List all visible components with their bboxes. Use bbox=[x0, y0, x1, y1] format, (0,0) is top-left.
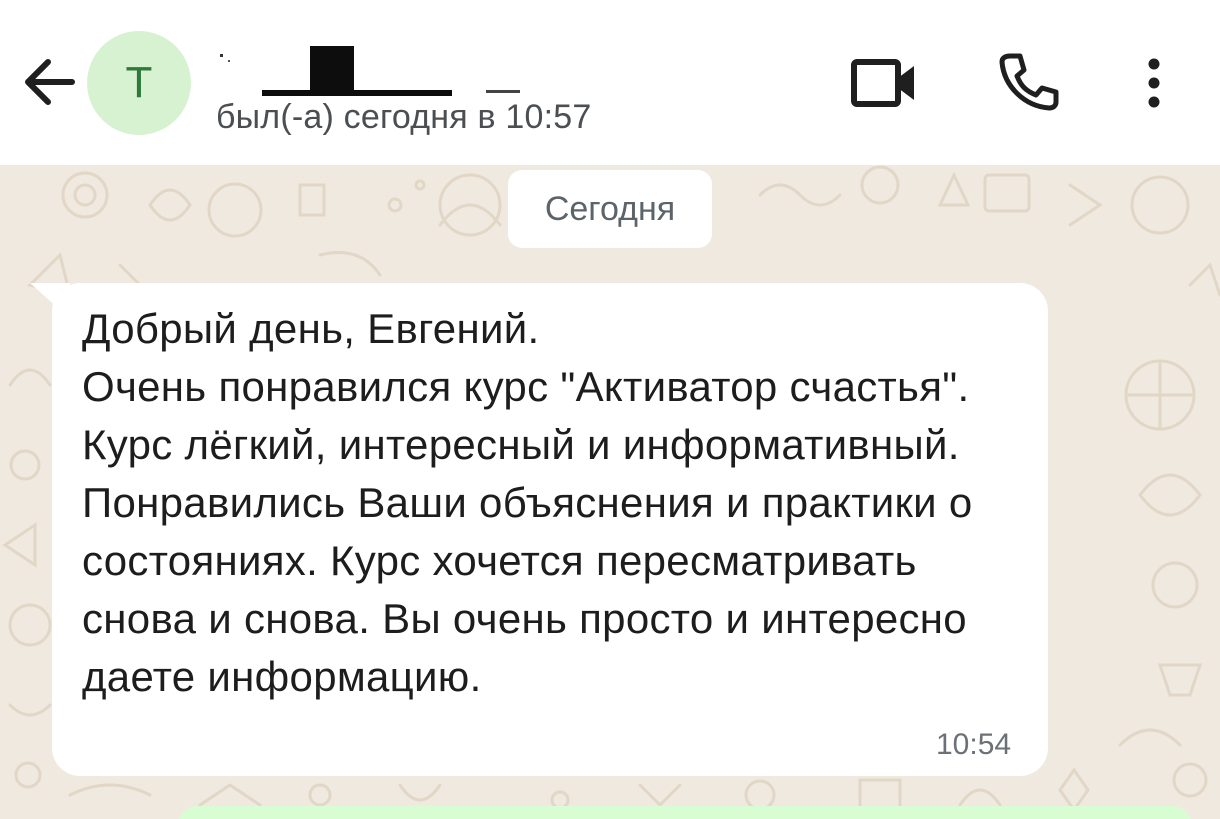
message-timestamp: 10:54 bbox=[936, 728, 1012, 761]
video-call-icon[interactable] bbox=[848, 52, 920, 114]
message-text: Добрый день, Евгений. Очень понравился к… bbox=[82, 305, 973, 700]
date-separator: Сегодня bbox=[508, 170, 712, 248]
chat-header: Т был(-а) сегодня в 10:57 bbox=[0, 0, 1220, 165]
avatar-letter: Т bbox=[125, 58, 153, 107]
date-separator-label: Сегодня bbox=[544, 189, 676, 228]
contact-name-redacted[interactable] bbox=[216, 40, 536, 96]
more-vert-icon[interactable] bbox=[1138, 52, 1170, 114]
phone-icon[interactable] bbox=[996, 50, 1060, 114]
avatar[interactable]: Т bbox=[87, 31, 191, 135]
outgoing-message-bubble[interactable] bbox=[178, 806, 1192, 819]
back-arrow-icon[interactable] bbox=[22, 52, 78, 112]
contact-last-seen: был(-а) сегодня в 10:57 bbox=[216, 98, 592, 136]
